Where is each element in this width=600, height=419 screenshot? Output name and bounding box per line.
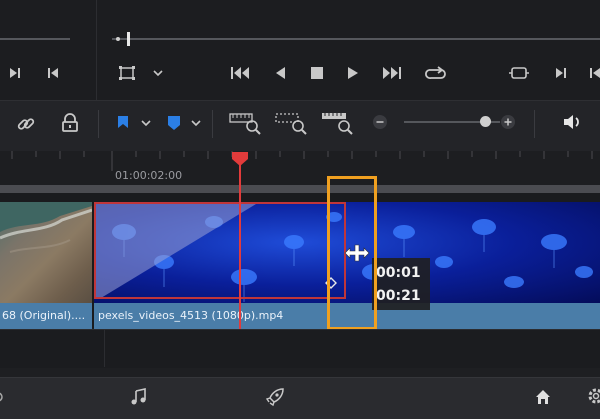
- page-nav-bar: [0, 377, 600, 419]
- timeline-scrub-bar[interactable]: [112, 38, 600, 40]
- playhead-handle-icon[interactable]: [231, 151, 249, 167]
- ruler-timecode: 01:00:02:00: [115, 169, 183, 182]
- stop-icon[interactable]: [310, 66, 324, 80]
- speaker-icon[interactable]: [562, 112, 584, 132]
- track-divider: [104, 329, 105, 367]
- selected-transition-region[interactable]: [94, 202, 346, 299]
- match-frame-icon[interactable]: [508, 64, 530, 82]
- prev-frame-icon[interactable]: [46, 66, 60, 80]
- music-icon[interactable]: [130, 388, 148, 406]
- next-frame-icon[interactable]: [554, 66, 568, 80]
- scrub-handle[interactable]: [127, 32, 130, 46]
- flag-icon[interactable]: [116, 114, 130, 132]
- zoom-out-icon[interactable]: [372, 114, 388, 130]
- clip-label: pexels_videos_4513 (1080p).mp4: [98, 309, 284, 322]
- skip-to-end-icon[interactable]: [380, 65, 402, 81]
- tooltip-line-2: 00:21: [376, 288, 421, 304]
- tooltip-line-1: 00:01: [376, 265, 421, 281]
- chevron-down-icon[interactable]: [190, 118, 202, 128]
- next-frame-icon[interactable]: [8, 66, 22, 80]
- crop-icon[interactable]: [118, 65, 136, 81]
- home-icon[interactable]: [534, 388, 552, 406]
- play-icon[interactable]: [346, 65, 360, 81]
- loop-icon[interactable]: [424, 64, 448, 82]
- clip-label: 68 (Original)....: [2, 309, 86, 322]
- lock-icon[interactable]: [60, 113, 80, 133]
- toolbar-divider: [534, 110, 535, 138]
- chevron-down-icon[interactable]: [152, 68, 164, 78]
- clip-thumbnail-beach[interactable]: [0, 202, 92, 303]
- zoom-full-icon[interactable]: [228, 110, 262, 136]
- skip-to-start-icon[interactable]: [230, 65, 252, 81]
- source-scrub-bar[interactable]: [0, 38, 70, 40]
- gear-icon[interactable]: [586, 386, 600, 406]
- ruler-bottom-bar: [0, 185, 600, 193]
- viewer-divider: [96, 0, 97, 100]
- scrub-dot: [116, 37, 120, 41]
- timeline-ruler[interactable]: [0, 151, 600, 185]
- toolbar-divider: [98, 110, 99, 138]
- prev-frame-icon[interactable]: [588, 66, 600, 80]
- toolbar-divider: [212, 110, 213, 138]
- viewer-top: [0, 0, 600, 100]
- edit-point-highlight: [327, 176, 377, 330]
- play-reverse-icon[interactable]: [273, 65, 287, 81]
- zoom-detail-icon[interactable]: [274, 110, 308, 136]
- marker-icon[interactable]: [166, 114, 182, 132]
- audio-track-area: [0, 329, 600, 368]
- zoom-slider-thumb[interactable]: [480, 116, 491, 127]
- deliver-rocket-icon[interactable]: [265, 387, 285, 407]
- link-icon[interactable]: [16, 114, 36, 134]
- chevron-down-icon[interactable]: [140, 118, 152, 128]
- zoom-custom-icon[interactable]: [320, 110, 354, 136]
- settings-icon[interactable]: [0, 388, 8, 406]
- zoom-in-icon[interactable]: [500, 114, 516, 130]
